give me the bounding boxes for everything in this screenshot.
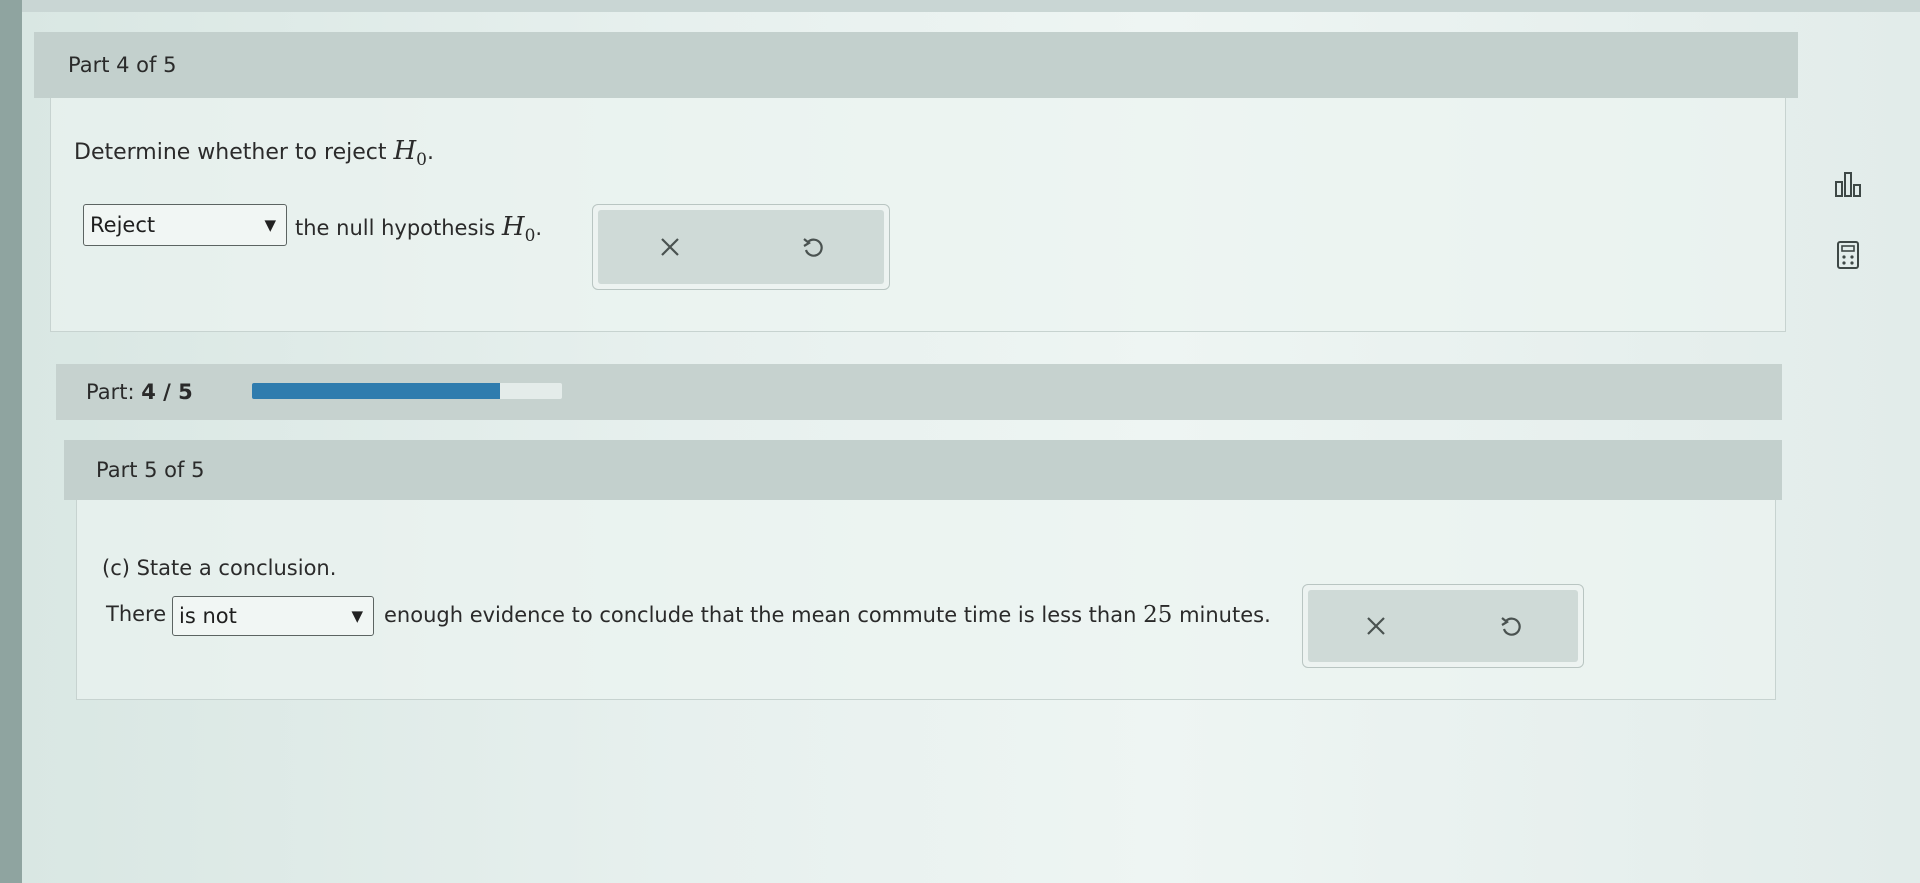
bar-chart-icon[interactable] xyxy=(1834,170,1862,202)
null-hypothesis-text: the null hypothesis H0. xyxy=(295,212,543,247)
is-not-dropdown-value: is not xyxy=(179,604,237,628)
part5-header: Part 5 of 5 xyxy=(64,440,1782,500)
part5-action-inner xyxy=(1308,590,1578,662)
part4-action-box xyxy=(592,204,890,290)
calculator-icon[interactable] xyxy=(1836,240,1860,274)
part4-header: Part 4 of 5 xyxy=(34,32,1798,98)
part5-prompt: (c) State a conclusion. xyxy=(102,556,337,580)
reject-dropdown-value: Reject xyxy=(90,213,156,237)
there-text: There xyxy=(106,602,167,626)
part4-prompt-text: Determine whether to reject xyxy=(74,140,387,165)
progress-label: Part: 4 / 5 xyxy=(86,380,193,404)
part4-title: Part 4 of 5 xyxy=(68,53,177,77)
reject-dropdown[interactable]: Reject ▼ xyxy=(83,204,287,246)
part4-action-inner xyxy=(598,210,884,284)
close-x-icon[interactable] xyxy=(650,227,690,267)
browser-top-edge xyxy=(22,0,1920,12)
screen-bezel xyxy=(0,0,22,883)
part4-prompt: Determine whether to reject H0. xyxy=(74,136,434,171)
threshold-number: 25 xyxy=(1143,602,1173,628)
part5-action-box xyxy=(1302,584,1584,668)
undo-icon[interactable] xyxy=(1491,606,1531,646)
progress-track xyxy=(252,383,562,399)
undo-icon[interactable] xyxy=(793,227,833,267)
page: Part 4 of 5 Determine whether to reject … xyxy=(22,12,1920,883)
part5-title: Part 5 of 5 xyxy=(96,458,205,482)
h0-symbol: H0 xyxy=(393,136,427,171)
conclusion-text: enough evidence to conclude that the mea… xyxy=(384,602,1271,628)
progress-value: 4 / 5 xyxy=(141,380,193,404)
dropdown-arrow-icon: ▼ xyxy=(351,607,363,625)
progress-fill xyxy=(252,383,500,399)
part-progress-bar: Part: 4 / 5 xyxy=(56,364,1782,420)
is-not-dropdown[interactable]: is not ▼ xyxy=(172,596,374,636)
close-x-icon[interactable] xyxy=(1356,606,1396,646)
dropdown-arrow-icon: ▼ xyxy=(264,216,276,234)
h0-symbol: H0 xyxy=(501,212,536,247)
